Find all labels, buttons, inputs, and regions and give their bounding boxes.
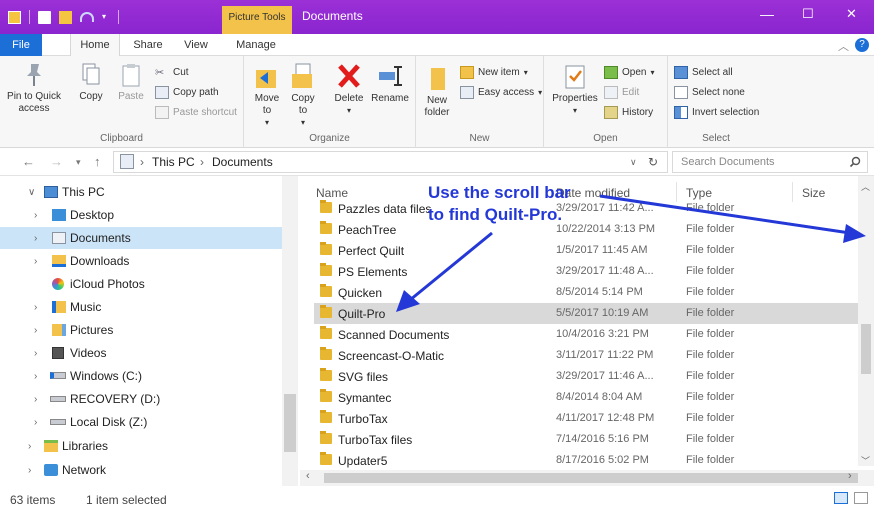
item-count: 63 items xyxy=(10,493,56,507)
large-icons-view-icon[interactable] xyxy=(854,492,868,504)
arrow-to-scrollbar xyxy=(599,194,866,243)
details-view-icon[interactable] xyxy=(834,492,848,504)
annotation-arrows xyxy=(396,194,866,312)
selection-count: 1 item selected xyxy=(86,493,167,507)
status-bar: 63 items 1 item selected xyxy=(0,486,874,510)
arrow-to-quilt-pro xyxy=(396,231,493,312)
